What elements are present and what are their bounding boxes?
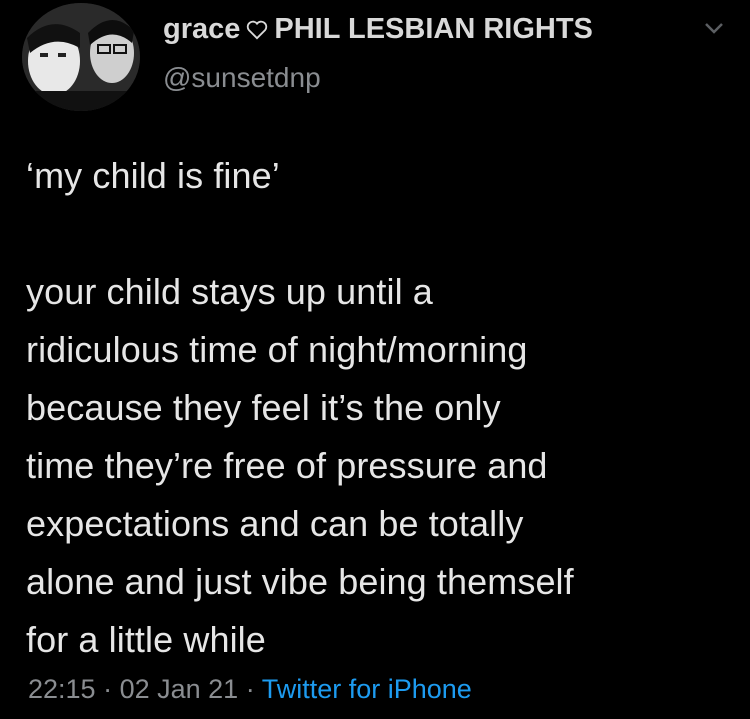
tweet-time: 22:15 bbox=[28, 674, 96, 704]
tweet-source-link[interactable]: Twitter for iPhone bbox=[262, 674, 472, 704]
display-name-text: grace bbox=[163, 13, 241, 45]
avatar[interactable] bbox=[22, 3, 140, 111]
tweet-date: 02 Jan 21 bbox=[119, 674, 239, 704]
user-handle[interactable]: @sunsetdnp bbox=[163, 62, 321, 94]
tweet-text: ‘my child is fine’ your child stays up u… bbox=[26, 155, 574, 660]
meta-separator: · bbox=[238, 674, 262, 704]
display-name-suffix: PHIL LESBIAN RIGHTS bbox=[274, 13, 593, 45]
meta-separator: · bbox=[95, 674, 120, 704]
heart-icon bbox=[246, 15, 268, 48]
display-name[interactable]: grace PHIL LESBIAN RIGHTS bbox=[163, 13, 593, 48]
chevron-down-icon[interactable] bbox=[703, 20, 725, 36]
tweet-meta: 22:15 · 02 Jan 21 · Twitter for iPhone bbox=[28, 674, 472, 705]
avatar-image bbox=[22, 3, 140, 111]
